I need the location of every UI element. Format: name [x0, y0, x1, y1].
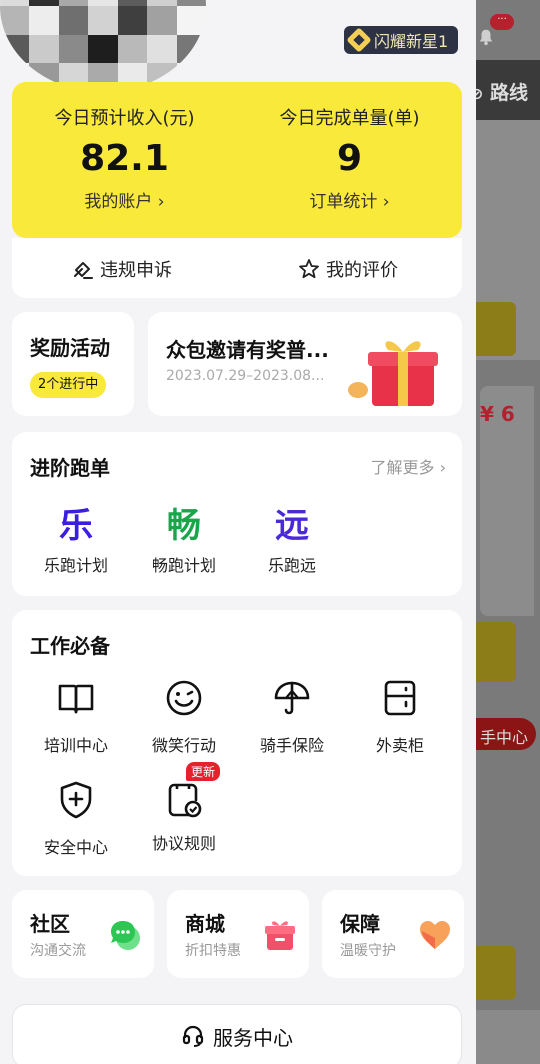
- service-center-button[interactable]: 服务中心: [12, 1004, 462, 1064]
- tool-training-label: 培训中心: [43, 736, 108, 755]
- background-bottom-card: [476, 1010, 540, 1064]
- bell-icon: [479, 29, 493, 46]
- agreement-icon: [168, 783, 202, 818]
- my-rating-button[interactable]: 我的评价: [298, 256, 398, 282]
- order-stats-link[interactable]: 订单统计 ›: [237, 187, 462, 212]
- complaint-button[interactable]: 违规申诉: [72, 256, 172, 282]
- protection-desc: 温暖守护: [340, 943, 396, 959]
- tool-smile-label: 微笑行动: [151, 736, 216, 755]
- learn-more-link[interactable]: 了解更多 ›: [371, 454, 447, 478]
- rating-label: 我的评价: [326, 260, 398, 281]
- locker-icon: [384, 680, 416, 716]
- tool-insurance[interactable]: 骑手保险: [244, 678, 340, 756]
- plan-changpao-label: 畅跑计划: [151, 556, 216, 575]
- background-route-tab: ⊘ 路线: [470, 82, 529, 104]
- side-drawer: 闪耀新星1 今日预计收入(元) 82.1 我的账户 › 今日完成单量(单) 9 …: [0, 0, 476, 1064]
- reward-activity-card[interactable]: 奖励活动 2个进行中: [12, 312, 134, 416]
- plan-lepao[interactable]: 乐 乐跑计划: [28, 498, 124, 576]
- shield-icon: [60, 781, 92, 819]
- heart-icon: [420, 921, 450, 949]
- orders-label: 今日完成单量(单): [279, 108, 420, 129]
- tool-agreement[interactable]: 更新 协议规则: [136, 762, 232, 854]
- plan-lepaoyuan[interactable]: 远 乐跑远: [244, 498, 340, 576]
- income-value: 82.1: [80, 138, 169, 179]
- my-account-link[interactable]: 我的账户 ›: [12, 187, 237, 212]
- community-card[interactable]: 社区 沟通交流: [12, 890, 154, 978]
- protection-card[interactable]: 保障 温暖守护: [322, 890, 464, 978]
- chat-bubble-icon: [111, 921, 140, 950]
- stats-actions: 违规申诉 我的评价: [12, 238, 462, 298]
- advanced-running-card: 进阶跑单 了解更多 › 乐 乐跑计划 畅 畅跑计划 远 乐跑远: [12, 432, 462, 596]
- mall-card[interactable]: 商城 折扣特惠: [167, 890, 309, 978]
- orders-stat: 今日完成单量(单) 9 订单统计 ›: [237, 82, 462, 212]
- gift-illustration-icon: [348, 341, 438, 406]
- background-yellow-block: [476, 622, 516, 682]
- advanced-title: 进阶跑单: [30, 456, 110, 480]
- mall-desc: 折扣特惠: [185, 943, 241, 959]
- tool-safety-label: 安全中心: [43, 838, 108, 857]
- today-stats-card: 今日预计收入(元) 82.1 我的账户 › 今日完成单量(单) 9 订单统计 ›: [12, 82, 462, 238]
- tool-safety[interactable]: 安全中心: [28, 780, 124, 858]
- star-icon: [299, 259, 319, 279]
- book-icon: [58, 684, 94, 714]
- update-tag: 更新: [186, 762, 221, 781]
- tool-locker[interactable]: 外卖柜: [352, 678, 448, 756]
- tool-insurance-label: 骑手保险: [259, 736, 324, 755]
- background-price: ¥ 6: [480, 402, 515, 426]
- community-desc: 沟通交流: [30, 943, 86, 959]
- plan-changpao[interactable]: 畅 畅跑计划: [136, 498, 232, 576]
- tool-training[interactable]: 培训中心: [28, 678, 124, 756]
- work-essentials-card: 工作必备 培训中心 微笑行动 骑手保险 外卖柜 安全中心 更新 协议规则: [12, 610, 462, 876]
- income-stat: 今日预计收入(元) 82.1 我的账户 ›: [12, 82, 237, 212]
- income-label: 今日预计收入(元): [54, 108, 195, 129]
- background-help-center: 手中心: [476, 718, 536, 750]
- background-yellow-button: [476, 302, 516, 356]
- protection-title: 保障: [340, 912, 380, 936]
- tool-agreement-label: 协议规则: [151, 834, 216, 853]
- invite-date: 2023.07.29–2023.08...: [166, 368, 325, 384]
- plan-changpao-glyph: 畅: [167, 506, 201, 546]
- community-title: 社区: [30, 912, 70, 936]
- headset-icon: [182, 1025, 204, 1047]
- invite-banner-card[interactable]: 众包邀请有奖普... 2023.07.29–2023.08...: [148, 312, 462, 416]
- service-center-label: 服务中心: [213, 1025, 293, 1050]
- orders-value: 9: [336, 138, 363, 179]
- complaint-label: 违规申诉: [100, 260, 172, 281]
- smile-icon: [166, 680, 202, 716]
- reward-title: 奖励活动: [30, 336, 110, 360]
- plan-lepao-glyph: 乐: [59, 506, 93, 546]
- agreement-icon-wrap: 更新: [164, 762, 221, 820]
- plan-lepao-label: 乐跑计划: [43, 556, 108, 575]
- level-badge-label: 闪耀新星1: [374, 32, 449, 51]
- reward-count-pill: 2个进行中: [30, 372, 107, 398]
- avatar[interactable]: [0, 0, 206, 92]
- tool-smile[interactable]: 微笑行动: [136, 678, 232, 756]
- level-badge[interactable]: 闪耀新星1: [344, 26, 459, 54]
- mall-title: 商城: [185, 912, 225, 936]
- work-title: 工作必备: [30, 634, 110, 658]
- gavel-icon: [74, 262, 93, 279]
- invite-title: 众包邀请有奖普...: [166, 338, 329, 362]
- plan-lepaoyuan-glyph: 远: [275, 506, 309, 546]
- gift-box-icon: [265, 921, 295, 950]
- notification-dot: ···: [490, 14, 514, 30]
- tool-locker-label: 外卖柜: [375, 736, 424, 755]
- diamond-icon: [346, 27, 372, 53]
- umbrella-icon: [274, 681, 310, 715]
- background-yellow-button-2: [476, 946, 516, 1000]
- plan-lepaoyuan-label: 乐跑远: [267, 556, 316, 575]
